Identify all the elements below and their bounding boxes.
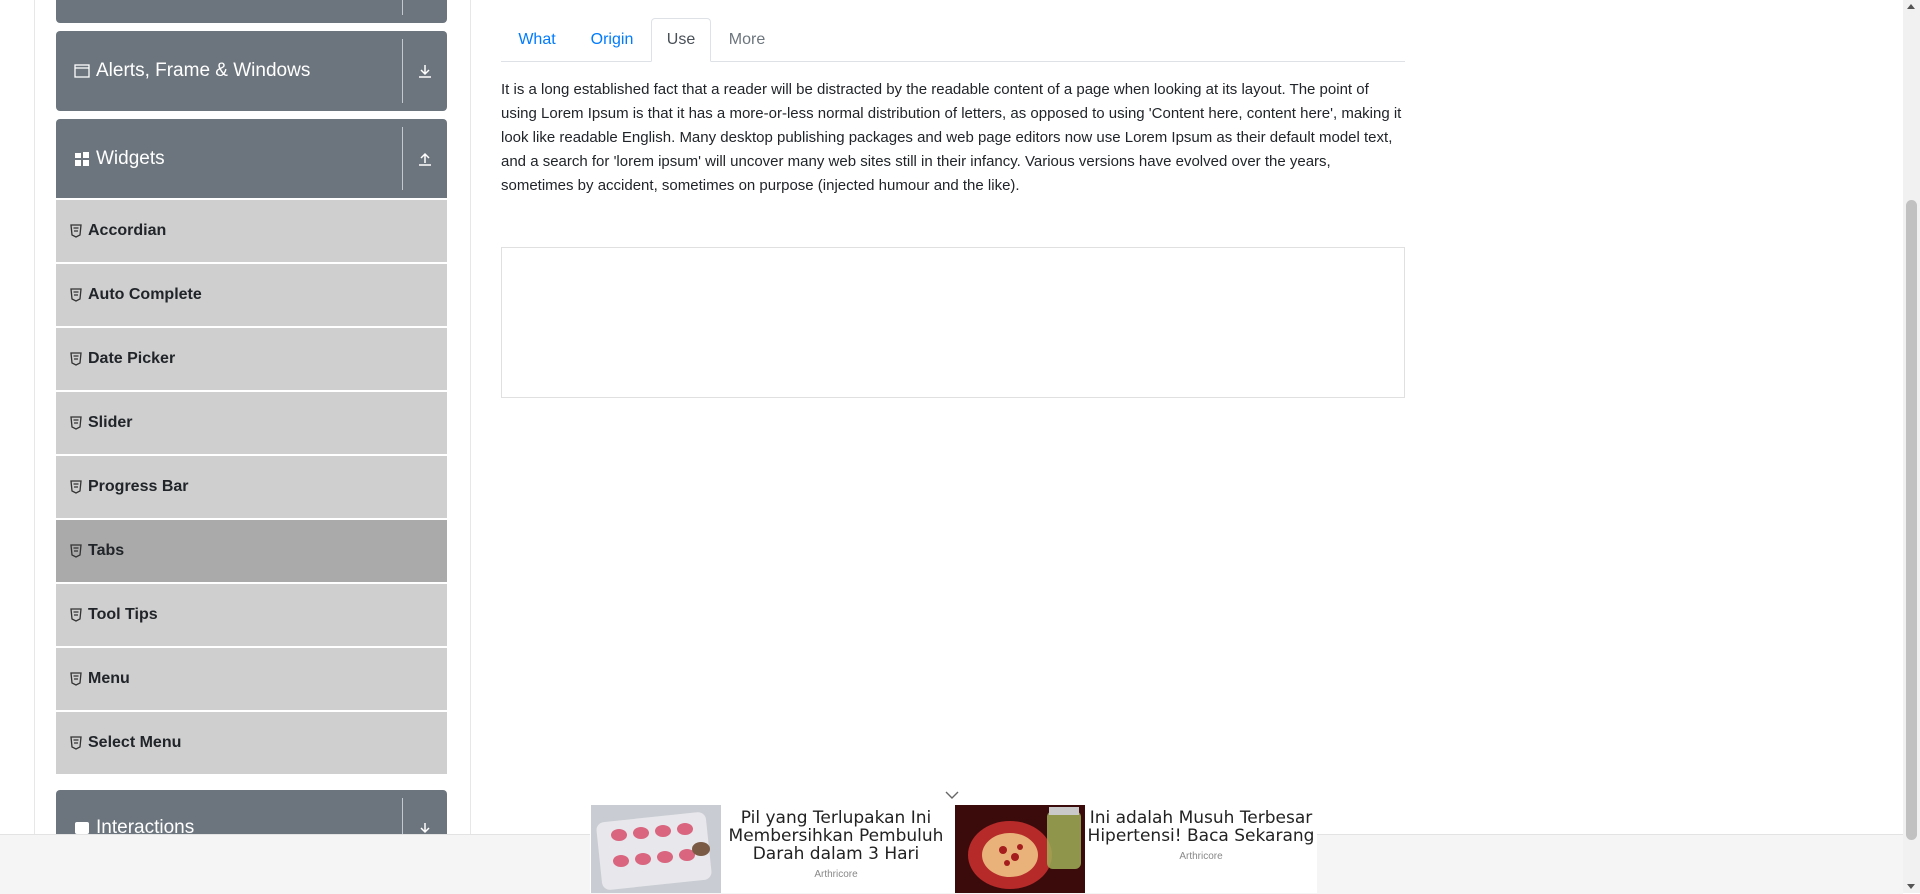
group-divider [402, 0, 403, 15]
group-header-widgets[interactable]: Widgets [56, 119, 447, 198]
ad-text: Ini adalah Musuh Terbesar Hipertensi! Ba… [1085, 805, 1317, 893]
tab-use[interactable]: Use [651, 18, 711, 62]
tab-label: Use [666, 31, 696, 48]
tab-label: Origin [590, 30, 634, 48]
tab-label: More [728, 30, 766, 48]
group-title: Alerts, Frame & Windows [74, 60, 310, 82]
sidebar-item-label: Slider [88, 414, 133, 431]
group-divider [402, 798, 403, 835]
tab-list: What Origin Use More [501, 18, 1405, 62]
ad-title: Pil yang Terlupakan Ini Membersihkan Pem… [728, 808, 944, 864]
html5-icon [70, 224, 82, 238]
html5-icon [70, 608, 82, 622]
group-header-interactions[interactable]: Interactions [56, 790, 447, 838]
sidebar-item-label: Accordian [88, 222, 167, 239]
sidebar-item-label: Date Picker [88, 350, 176, 367]
page-scrollbar[interactable] [1903, 0, 1920, 893]
sidebar-item-label: Menu [88, 670, 130, 687]
window-icon [74, 63, 90, 79]
scroll-thumb[interactable] [1906, 200, 1917, 840]
html5-icon [70, 672, 82, 686]
html5-icon [70, 352, 82, 366]
html5-icon [70, 736, 82, 750]
html5-icon [70, 416, 82, 430]
sidebar-item-label: Tool Tips [88, 606, 158, 623]
upload-icon[interactable] [413, 147, 437, 171]
group-header-elements[interactable] [56, 0, 447, 23]
group-divider [402, 39, 403, 103]
ad-placeholder-box [501, 247, 1405, 398]
scroll-down-arrow-icon[interactable] [1907, 884, 1915, 889]
chevron-down-icon[interactable] [944, 788, 960, 802]
ad-card[interactable]: Pil yang Terlupakan Ini Membersihkan Pem… [591, 805, 953, 893]
ad-card[interactable]: Ini adalah Musuh Terbesar Hipertensi! Ba… [955, 805, 1317, 893]
html5-icon [70, 544, 82, 558]
download-icon[interactable] [413, 59, 437, 83]
ad-image-artery [955, 805, 1085, 893]
sidebar-item-label: Auto Complete [88, 286, 202, 303]
html5-icon [70, 288, 82, 302]
sidebar-item-tabs[interactable]: Tabs [56, 520, 447, 582]
sidebar-left-border [34, 0, 35, 835]
tab-what[interactable]: What [501, 18, 573, 61]
ad-image-pills [591, 805, 721, 893]
ad-title: Ini adalah Musuh Terbesar Hipertensi! Ba… [1087, 808, 1315, 846]
sidebar-item-tool-tips[interactable]: Tool Tips [56, 584, 447, 646]
sidebar-item-progress-bar[interactable]: Progress Bar [56, 456, 447, 518]
sidebar-item-label: Tabs [88, 542, 125, 559]
group-label-alerts: Alerts, Frame & Windows [96, 60, 311, 81]
tab-origin[interactable]: Origin [573, 18, 651, 61]
scroll-up-arrow-icon[interactable] [1907, 4, 1915, 9]
ad-source: Arthricore [814, 869, 858, 880]
ad-text: Pil yang Terlupakan Ini Membersihkan Pem… [721, 805, 951, 893]
sidebar-item-auto-complete[interactable]: Auto Complete [56, 264, 447, 326]
ad-source: Arthricore [1179, 851, 1223, 862]
tab-more[interactable]: More [711, 18, 783, 61]
html5-icon [70, 480, 82, 494]
group-label-widgets: Widgets [96, 147, 165, 169]
sidebar-item-select-menu[interactable]: Select Menu [56, 712, 447, 774]
sidebar-item-accordian[interactable]: Accordian [56, 200, 447, 262]
sidebar-item-menu[interactable]: Menu [56, 648, 447, 710]
tab-content-text: It is a long established fact that a rea… [501, 81, 1402, 194]
sidebar-item-date-picker[interactable]: Date Picker [56, 328, 447, 390]
grid-icon [74, 151, 90, 167]
tab-label: What [518, 30, 556, 48]
sidebar-item-label: Select Menu [88, 734, 182, 751]
group-header-alerts[interactable]: Alerts, Frame & Windows [56, 31, 447, 111]
group-title: Widgets [74, 148, 165, 170]
sidebar-item-label: Progress Bar [88, 478, 189, 495]
sidebar-right-border [470, 0, 471, 835]
group-divider [402, 127, 403, 190]
sidebar-item-slider[interactable]: Slider [56, 392, 447, 454]
